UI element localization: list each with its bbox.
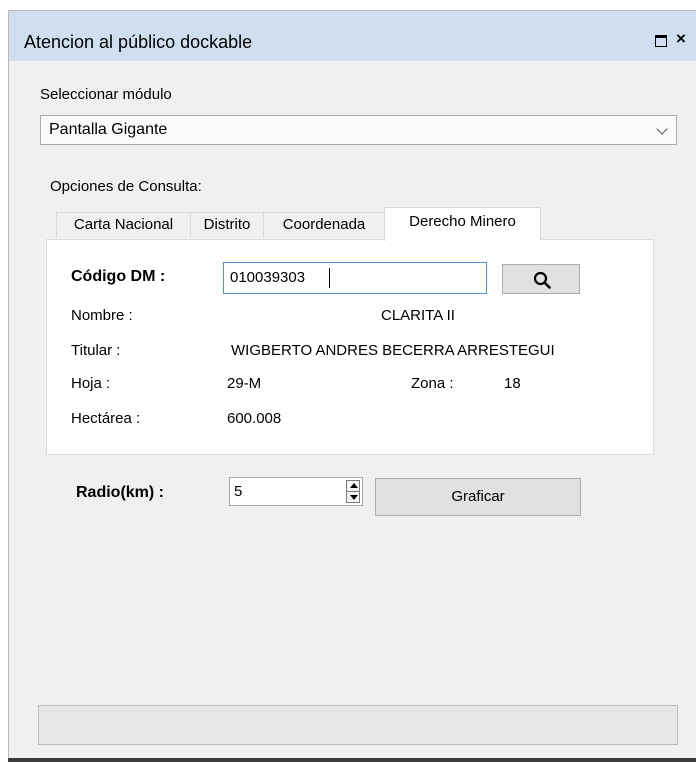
radio-stepper[interactable]: 5: [229, 477, 363, 506]
stepper-divider: [347, 491, 359, 492]
module-label: Seleccionar módulo: [40, 86, 172, 103]
tab-coordenada[interactable]: Coordenada: [263, 212, 385, 238]
zona-label: Zona :: [411, 375, 454, 392]
stepper-up-icon[interactable]: [350, 483, 358, 488]
tab-derecho-minero[interactable]: Derecho Minero: [384, 207, 541, 241]
zona-value: 18: [504, 375, 521, 392]
maximize-icon[interactable]: [655, 35, 667, 47]
nombre-value: CLARITA II: [381, 307, 455, 324]
close-icon[interactable]: ×: [676, 29, 686, 49]
radio-label: Radio(km) :: [76, 484, 164, 501]
stepper-buttons[interactable]: [346, 480, 360, 503]
codigo-dm-value: 010039303: [230, 269, 306, 286]
hectarea-value: 600.008: [227, 410, 282, 427]
text-caret: [329, 268, 330, 288]
hectarea-label: Hectárea :: [71, 410, 141, 427]
codigo-dm-label: Código DM :: [71, 268, 166, 285]
module-select-value: Pantalla Gigante: [49, 121, 168, 138]
module-select[interactable]: Pantalla Gigante: [40, 115, 677, 145]
chevron-down-icon: [656, 123, 668, 135]
bottom-border: [8, 758, 696, 762]
graficar-button[interactable]: Graficar: [375, 478, 581, 516]
hoja-value: 29-M: [227, 375, 262, 392]
tab-carta-nacional[interactable]: Carta Nacional: [56, 212, 191, 238]
radio-value: 5: [234, 483, 243, 500]
title-bar[interactable]: Atencion al público dockable ×: [9, 11, 696, 61]
codigo-dm-input[interactable]: 010039303: [223, 262, 487, 294]
titular-label: Titular :: [71, 342, 121, 359]
search-button[interactable]: [502, 264, 580, 294]
options-label: Opciones de Consulta:: [50, 178, 202, 195]
search-icon: [533, 271, 551, 289]
stepper-down-icon[interactable]: [350, 495, 358, 500]
tab-distrito[interactable]: Distrito: [190, 212, 264, 238]
dockable-window: Atencion al público dockable × Seleccion…: [8, 10, 696, 762]
titular-value: WIGBERTO ANDRES BECERRA ARRESTEGUI: [231, 342, 555, 359]
window-title: Atencion al público dockable: [24, 32, 253, 52]
hoja-label: Hoja :: [71, 375, 111, 392]
nombre-label: Nombre :: [71, 307, 133, 324]
status-bar: [38, 705, 678, 745]
